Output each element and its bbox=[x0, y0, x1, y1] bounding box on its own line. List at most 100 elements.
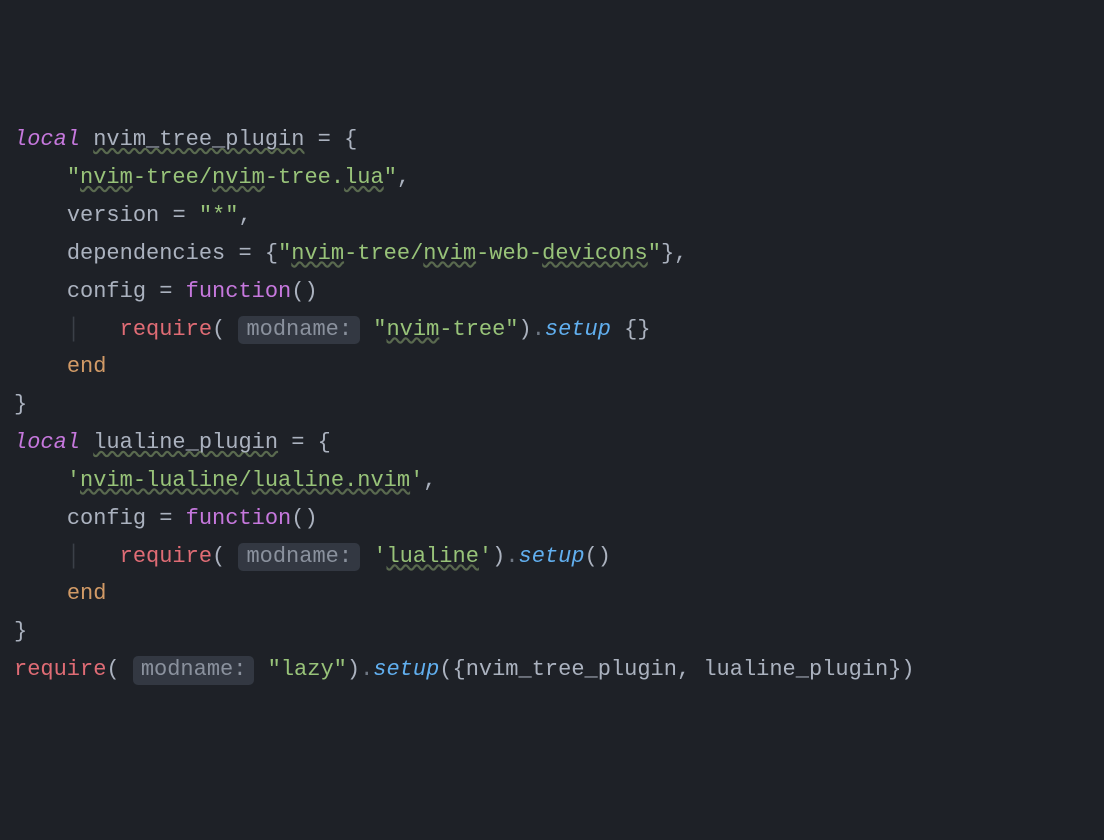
comma: , bbox=[238, 203, 251, 228]
inlay-hint-modname: modname: bbox=[133, 656, 255, 685]
table-key: version bbox=[67, 203, 159, 228]
code-line: local lualine_plugin = { bbox=[14, 430, 331, 455]
paren-open: ( bbox=[212, 544, 225, 569]
paren-close: }) bbox=[888, 657, 914, 682]
string-quote: " bbox=[67, 165, 80, 190]
string-part: -tree/ bbox=[344, 241, 423, 266]
string-underlined: nvim bbox=[80, 165, 133, 190]
paren-close: ) bbox=[519, 317, 532, 342]
keyword-end: end bbox=[67, 581, 107, 606]
inlay-hint-modname: modname: bbox=[238, 316, 360, 345]
brace-close: } bbox=[661, 241, 674, 266]
identifier: nvim_tree_plugin bbox=[466, 657, 677, 682]
string-quote: " bbox=[278, 241, 291, 266]
paren-open: ( bbox=[212, 317, 225, 342]
string-quote: ' bbox=[373, 544, 386, 569]
string-underlined: lualine bbox=[386, 544, 478, 569]
string-part: / bbox=[238, 468, 251, 493]
code-line: end bbox=[14, 354, 106, 379]
string-part: -tree/ bbox=[133, 165, 212, 190]
string-literal: "lazy" bbox=[268, 657, 347, 682]
string-underlined: nvim bbox=[423, 241, 476, 266]
brace-close: } bbox=[14, 392, 27, 417]
string-quote: " bbox=[384, 165, 397, 190]
string-part: -web- bbox=[476, 241, 542, 266]
dot: . bbox=[505, 544, 518, 569]
code-line: } bbox=[14, 392, 27, 417]
string-underlined: lua bbox=[344, 165, 384, 190]
string-quote: ' bbox=[410, 468, 423, 493]
comma: , bbox=[674, 241, 687, 266]
code-line: end bbox=[14, 581, 106, 606]
builtin-require: require bbox=[120, 544, 212, 569]
method-call: setup bbox=[519, 544, 585, 569]
code-line: version = "*", bbox=[14, 203, 252, 228]
string-quote: ' bbox=[67, 468, 80, 493]
method-call: setup bbox=[373, 657, 439, 682]
dot: . bbox=[360, 657, 373, 682]
inlay-hint-modname: modname: bbox=[238, 543, 360, 572]
paren-open: ({ bbox=[439, 657, 465, 682]
code-line: config = function() bbox=[14, 279, 318, 304]
keyword-function: function bbox=[186, 506, 292, 531]
paren-close: ) bbox=[347, 657, 360, 682]
operator: = bbox=[291, 430, 304, 455]
table-key: config bbox=[67, 506, 146, 531]
string-underlined: lualine.nvim bbox=[252, 468, 410, 493]
string-quote: " bbox=[373, 317, 386, 342]
brace-close: } bbox=[14, 619, 27, 644]
string-literal: "*" bbox=[199, 203, 239, 228]
method-call: setup bbox=[545, 317, 611, 342]
brace-open: { bbox=[265, 241, 278, 266]
operator: = bbox=[159, 506, 172, 531]
code-line: config = function() bbox=[14, 506, 318, 531]
string-underlined: devicons bbox=[542, 241, 648, 266]
keyword-local: local bbox=[14, 127, 80, 152]
code-line: dependencies = {"nvim-tree/nvim-web-devi… bbox=[14, 241, 687, 266]
table-key: config bbox=[67, 279, 146, 304]
indent-guide: │ bbox=[67, 317, 80, 342]
string-underlined: nvim-lualine bbox=[80, 468, 238, 493]
string-underlined: nvim bbox=[386, 317, 439, 342]
builtin-require: require bbox=[120, 317, 212, 342]
string-underlined: nvim bbox=[212, 165, 265, 190]
paren-open: ( bbox=[106, 657, 119, 682]
comma: , bbox=[397, 165, 410, 190]
code-line: │ require( modname: 'lualine').setup() bbox=[14, 544, 611, 569]
code-line: local nvim_tree_plugin = { bbox=[14, 127, 357, 152]
identifier: lualine_plugin bbox=[93, 430, 278, 455]
operator: = bbox=[159, 279, 172, 304]
code-line: "nvim-tree/nvim-tree.lua", bbox=[14, 165, 410, 190]
string-underlined: nvim bbox=[291, 241, 344, 266]
operator: = bbox=[238, 241, 251, 266]
operator: = bbox=[172, 203, 185, 228]
identifier: nvim_tree_plugin bbox=[93, 127, 304, 152]
brace-open: { bbox=[318, 430, 331, 455]
brace-open: { bbox=[344, 127, 357, 152]
string-quote: ' bbox=[479, 544, 492, 569]
paren-pair: () bbox=[585, 544, 611, 569]
dot: . bbox=[532, 317, 545, 342]
paren-close: ) bbox=[492, 544, 505, 569]
code-line: require( modname: "lazy").setup({nvim_tr… bbox=[14, 657, 915, 682]
operator: = bbox=[318, 127, 331, 152]
indent-guide: │ bbox=[67, 544, 80, 569]
paren-pair: () bbox=[291, 506, 317, 531]
string-quote: " bbox=[648, 241, 661, 266]
builtin-require: require bbox=[14, 657, 106, 682]
keyword-end: end bbox=[67, 354, 107, 379]
string-part: -tree. bbox=[265, 165, 344, 190]
comma: , bbox=[423, 468, 436, 493]
keyword-function: function bbox=[186, 279, 292, 304]
string-part: -tree" bbox=[439, 317, 518, 342]
code-line: │ require( modname: "nvim-tree").setup {… bbox=[14, 317, 651, 342]
identifier: lualine_plugin bbox=[703, 657, 888, 682]
paren-pair: () bbox=[291, 279, 317, 304]
code-line: 'nvim-lualine/lualine.nvim', bbox=[14, 468, 437, 493]
code-editor[interactable]: local nvim_tree_plugin = { "nvim-tree/nv… bbox=[14, 121, 1090, 688]
brace-pair: {} bbox=[624, 317, 650, 342]
comma: , bbox=[677, 657, 690, 682]
table-key: dependencies bbox=[67, 241, 225, 266]
keyword-local: local bbox=[14, 430, 80, 455]
code-line: } bbox=[14, 619, 27, 644]
